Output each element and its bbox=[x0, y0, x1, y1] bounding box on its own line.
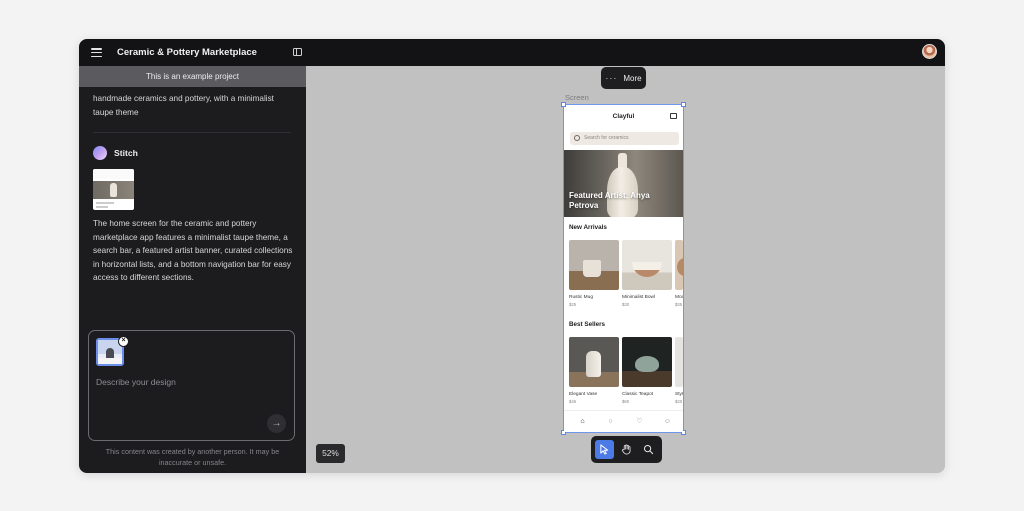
product-name: Moo bbox=[675, 295, 683, 300]
design-canvas[interactable]: ··· More Screen Clayful Search for ceram… bbox=[306, 66, 945, 473]
product-image[interactable] bbox=[675, 240, 683, 290]
more-label: More bbox=[623, 73, 642, 83]
product-image[interactable] bbox=[622, 337, 672, 387]
assistant-name: Stitch bbox=[114, 148, 138, 158]
disclaimer: This content was created by another pers… bbox=[105, 447, 280, 467]
product-price: $25 bbox=[569, 302, 577, 307]
product-name: Styl bbox=[675, 392, 683, 397]
hero-text: Featured Artist: Anya Petrova bbox=[569, 191, 650, 210]
previous-message: handmade ceramics and pottery, with a mi… bbox=[93, 94, 274, 117]
product-name: Minimalist Bowl bbox=[622, 295, 656, 300]
product-price: $20 bbox=[675, 399, 683, 404]
divider bbox=[93, 132, 291, 133]
phone-search-bar[interactable]: Search for ceramics bbox=[570, 132, 679, 145]
more-button[interactable]: ··· More bbox=[601, 67, 646, 89]
product-name: Elegant Vase bbox=[569, 392, 598, 397]
product-image[interactable] bbox=[675, 337, 683, 387]
product-image[interactable] bbox=[622, 240, 672, 290]
featured-artist-banner[interactable]: Featured Artist: Anya Petrova bbox=[564, 150, 683, 217]
chat-panel: This is an example project handmade cera… bbox=[79, 66, 306, 473]
resize-handle[interactable] bbox=[561, 102, 566, 107]
arrow-right-icon: → bbox=[271, 418, 282, 429]
section-title: New Arrivals bbox=[569, 224, 607, 231]
product-price: $60 bbox=[622, 399, 630, 404]
search-placeholder: Search for ceramics bbox=[584, 135, 629, 141]
send-button[interactable]: → bbox=[267, 414, 286, 433]
product-name: Rustic Mug bbox=[569, 295, 593, 300]
menu-icon[interactable] bbox=[91, 48, 102, 57]
app-brand: Clayful bbox=[612, 113, 635, 120]
section-title: Best Sellers bbox=[569, 321, 606, 328]
screen-label: Screen bbox=[565, 93, 589, 102]
product-name: Classic Teapot bbox=[622, 392, 654, 397]
hand-icon[interactable] bbox=[617, 440, 636, 459]
prompt-input[interactable] bbox=[96, 375, 286, 389]
bottom-navigation: ⌂ ○ ♡ ☺ bbox=[564, 410, 683, 432]
example-project-banner: This is an example project bbox=[79, 66, 306, 87]
profile-icon[interactable]: ☺ bbox=[663, 417, 672, 426]
project-title: Ceramic & Pottery Marketplace bbox=[117, 47, 257, 58]
resize-handle[interactable] bbox=[681, 102, 686, 107]
more-dots-icon: ··· bbox=[605, 73, 618, 83]
product-image[interactable] bbox=[569, 240, 619, 290]
canvas-toolbar bbox=[591, 436, 662, 463]
product-price: $45 bbox=[569, 399, 577, 404]
top-bar: Ceramic & Pottery Marketplace bbox=[79, 39, 945, 66]
search-icon[interactable] bbox=[639, 440, 658, 459]
select-icon[interactable] bbox=[595, 440, 614, 459]
phone-screen-frame[interactable]: Clayful Search for ceramics Featured Art… bbox=[561, 102, 686, 435]
assistant-response: The home screen for the ceramic and pott… bbox=[93, 219, 293, 283]
product-price: $35 bbox=[675, 302, 683, 307]
sidebar-toggle-icon[interactable] bbox=[293, 48, 302, 56]
stitch-logo-icon bbox=[93, 146, 107, 160]
prompt-box: × → bbox=[88, 330, 295, 441]
remove-attachment-icon[interactable]: × bbox=[118, 336, 129, 347]
search-icon bbox=[574, 135, 580, 141]
zoom-level[interactable]: 52% bbox=[316, 444, 345, 463]
cart-icon[interactable] bbox=[670, 113, 677, 119]
heart-icon[interactable]: ♡ bbox=[635, 417, 644, 426]
product-price: $30 bbox=[622, 302, 630, 307]
search-icon[interactable]: ○ bbox=[606, 417, 615, 426]
design-thumbnail[interactable] bbox=[93, 169, 134, 210]
home-icon[interactable]: ⌂ bbox=[578, 417, 587, 426]
app-window: Ceramic & Pottery Marketplace This is an… bbox=[79, 39, 945, 473]
product-image[interactable] bbox=[569, 337, 619, 387]
avatar[interactable] bbox=[922, 44, 937, 59]
